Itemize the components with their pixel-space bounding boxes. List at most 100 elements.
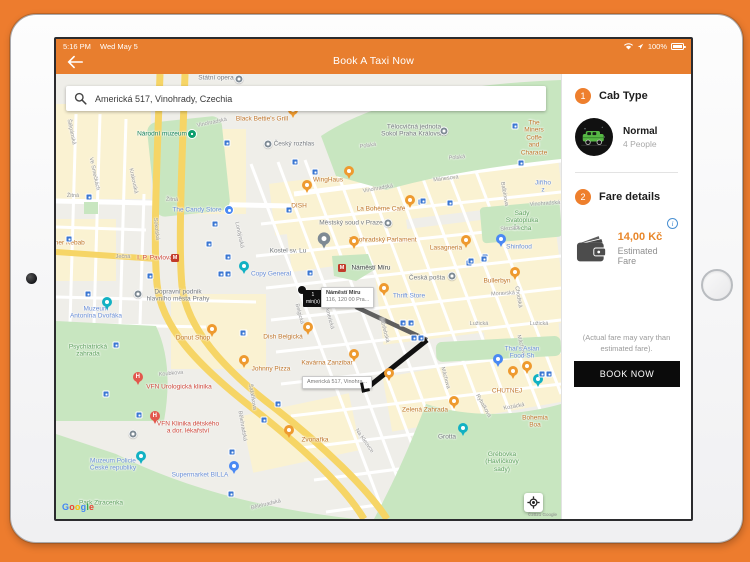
- map-marker-teal: [102, 297, 112, 310]
- cab-option-normal[interactable]: Normal 4 People: [575, 118, 678, 156]
- map-marker-food: [207, 324, 217, 337]
- wallet-icon: [576, 235, 607, 261]
- location-icon: [637, 43, 644, 50]
- page-title: Book A Taxi Now: [332, 55, 415, 67]
- cab-capacity: 4 People: [623, 138, 657, 149]
- info-icon[interactable]: i: [667, 218, 678, 229]
- map-marker-circle: [234, 74, 244, 84]
- map-marker-transit: [306, 269, 314, 277]
- map-marker-transit: [135, 411, 143, 419]
- map-marker-transit: [205, 240, 213, 248]
- map-marker-circle: [128, 429, 138, 439]
- search-bar: [66, 86, 546, 111]
- sidebar-divider: [575, 172, 678, 173]
- map-marker-food: [349, 349, 359, 362]
- map-marker-transit: [446, 199, 454, 207]
- app-header: 5:16 PM Wed May 5 100% Book A Taxi Now: [56, 39, 691, 74]
- map-marker-shop: [496, 234, 506, 247]
- map-marker-metro: M: [338, 264, 346, 272]
- map-marker-food: [461, 235, 471, 248]
- fare-disclaimer: (Actual fare may vary than estimated far…: [582, 333, 671, 354]
- map-marker-transit: [224, 270, 232, 278]
- map-marker-food: [303, 322, 313, 335]
- cab-icon: [575, 118, 613, 156]
- map-marker-teal: [239, 261, 249, 274]
- map-marker-food: [302, 180, 312, 193]
- map-marker-transit: [223, 139, 231, 147]
- status-bar: 5:16 PM Wed May 5 100%: [56, 39, 691, 52]
- map-marker-transit: [227, 490, 235, 498]
- map-marker-transit: [239, 329, 247, 337]
- search-input[interactable]: [95, 93, 538, 104]
- cab-type-heading: Cab Type: [599, 90, 648, 102]
- map-marker-transit: [419, 197, 427, 205]
- map-marker-transit: [517, 159, 525, 167]
- cab-name: Normal: [623, 125, 658, 137]
- map-marker-transit: [545, 370, 553, 378]
- map-marker-food: [239, 355, 249, 368]
- map-marker-food: [510, 267, 520, 280]
- map-attribution: ©2021 Google: [527, 512, 557, 517]
- map-marker-transit: [112, 341, 120, 349]
- battery-icon: [671, 43, 686, 50]
- map-marker-circle: [439, 126, 449, 136]
- fare-details-heading: Fare details: [599, 191, 661, 203]
- home-button[interactable]: [701, 269, 733, 301]
- green-van-icon: [581, 126, 607, 146]
- nav-bar: Book A Taxi Now: [56, 52, 691, 74]
- search-icon: [74, 92, 87, 105]
- route-eta-tooltip: 1 min(s): [303, 290, 323, 307]
- google-logo: Google: [62, 502, 95, 512]
- map-marker-transit: [217, 270, 225, 278]
- locate-icon: [527, 496, 540, 509]
- map-marker-teal: [458, 423, 468, 436]
- map-marker-food: [284, 425, 294, 438]
- screen: 5:16 PM Wed May 5 100% Book A Taxi Now A…: [54, 37, 693, 521]
- map-canvas[interactable]: Státní opera Black Bettie's Grill Národní …: [56, 74, 561, 519]
- status-date: Wed May 5: [100, 42, 138, 51]
- map-marker-transit: [511, 122, 519, 130]
- map-marker-museum: [187, 129, 197, 139]
- map-marker-food: [508, 366, 518, 379]
- to-address: Americká 517, Vinohra...: [307, 379, 368, 385]
- map-marker-transit: [467, 257, 475, 265]
- map-marker-food: [344, 166, 354, 179]
- map-marker-food: [405, 195, 415, 208]
- from-title: Náměstí Míru: [326, 290, 361, 296]
- map-marker-food: [349, 236, 359, 249]
- map-marker-transit: [480, 255, 488, 263]
- booking-sidebar: 1 Cab Type Normal 4 People 2 Fare detail…: [561, 74, 691, 519]
- wifi-icon: [623, 43, 633, 50]
- map-marker-circle: [133, 289, 143, 299]
- map-marker-transit: [399, 319, 407, 327]
- map-marker-teal: [136, 451, 146, 464]
- map-marker-transit: [84, 290, 92, 298]
- map-marker-transit: [285, 206, 293, 214]
- step-2-badge: 2: [575, 189, 591, 205]
- map-marker-metro: M: [171, 254, 179, 262]
- map-marker-transit: [260, 416, 268, 424]
- step-fare-details: 2 Fare details: [575, 189, 678, 205]
- step-1-badge: 1: [575, 88, 591, 104]
- map-marker-transit: [274, 400, 282, 408]
- map-marker-red: H: [133, 372, 143, 385]
- front-camera: [26, 273, 37, 284]
- map-marker-food: [379, 283, 389, 296]
- map-marker-shop: [229, 461, 239, 474]
- map-marker-church: [317, 232, 331, 248]
- battery-percent: 100%: [647, 42, 667, 51]
- map-marker-store: [224, 205, 234, 215]
- fare-row: 14,00 Kč Estimated Fare: [575, 231, 678, 266]
- map-marker-shop: [493, 354, 503, 367]
- book-now-button[interactable]: BOOK NOW: [574, 361, 680, 387]
- status-time: 5:16 PM: [63, 42, 91, 51]
- map-marker-transit: [228, 448, 236, 456]
- ipad-frame: 5:16 PM Wed May 5 100% Book A Taxi Now A…: [10, 14, 743, 543]
- eta-unit: min(s): [306, 298, 320, 305]
- map-marker-transit: [410, 334, 418, 342]
- map-marker-transit: [407, 319, 415, 327]
- map-marker-transit: [224, 253, 232, 261]
- map-marker-red: H: [150, 411, 160, 424]
- locate-button[interactable]: [524, 493, 543, 512]
- map-marker-transit: [85, 193, 93, 201]
